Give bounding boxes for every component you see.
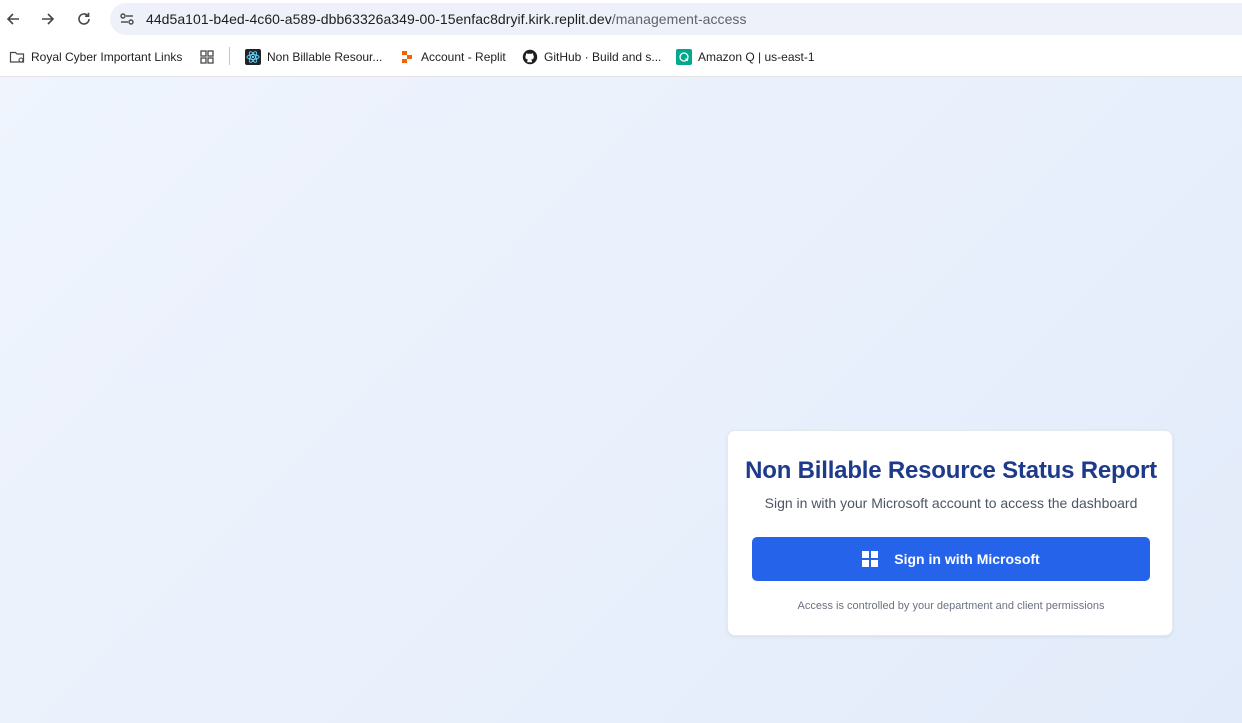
bookmark-amazon-q[interactable]: Amazon Q | us-east-1 xyxy=(676,47,815,67)
site-info-icon[interactable] xyxy=(118,10,136,28)
address-bar[interactable]: 44d5a101-b4ed-4c60-a589-dbb63326a349-00-… xyxy=(110,3,1242,35)
apps-grid-icon xyxy=(199,49,215,65)
login-card: Non Billable Resource Status Report Sign… xyxy=(727,430,1173,636)
bookmark-apps[interactable] xyxy=(199,47,221,67)
browser-toolbar: 44d5a101-b4ed-4c60-a589-dbb63326a349-00-… xyxy=(0,0,1242,38)
amazon-q-icon xyxy=(676,49,692,65)
url-host: 44d5a101-b4ed-4c60-a589-dbb63326a349-00-… xyxy=(146,11,612,27)
bookmark-replit[interactable]: Account - Replit xyxy=(399,47,506,67)
bookmark-royal-cyber[interactable]: Royal Cyber Important Links xyxy=(9,47,182,67)
back-icon[interactable] xyxy=(1,7,25,31)
bookmark-label: GitHub · Build and s... xyxy=(544,50,662,64)
url-text[interactable]: 44d5a101-b4ed-4c60-a589-dbb63326a349-00-… xyxy=(146,11,747,27)
page-subtitle: Sign in with your Microsoft account to a… xyxy=(764,495,1138,511)
react-icon xyxy=(245,49,261,65)
bookmarks-divider xyxy=(229,47,230,65)
access-note: Access is controlled by your department … xyxy=(797,600,1105,612)
page-title: Non Billable Resource Status Report xyxy=(745,457,1157,484)
url-path: /management-access xyxy=(611,11,747,27)
folder-settings-icon xyxy=(9,49,25,65)
sign-in-microsoft-button[interactable]: Sign in with Microsoft xyxy=(752,537,1150,581)
bookmark-label: Royal Cyber Important Links xyxy=(31,50,183,64)
windows-logo-icon xyxy=(862,551,879,567)
github-icon xyxy=(522,49,538,65)
bookmark-github[interactable]: GitHub · Build and s... xyxy=(522,47,661,67)
reload-icon[interactable] xyxy=(72,7,96,31)
forward-icon[interactable] xyxy=(36,7,60,31)
bookmark-label: Non Billable Resour... xyxy=(267,50,383,64)
page-background: Non Billable Resource Status Report Sign… xyxy=(0,77,1242,723)
bookmark-non-billable[interactable]: Non Billable Resour... xyxy=(245,47,382,67)
sign-in-label: Sign in with Microsoft xyxy=(894,551,1040,567)
bookmark-label: Account - Replit xyxy=(421,50,506,64)
bookmark-label: Amazon Q | us-east-1 xyxy=(698,50,815,64)
bookmarks-bar: Royal Cyber Important Links Non Billable… xyxy=(0,40,1242,72)
replit-icon xyxy=(399,49,415,65)
